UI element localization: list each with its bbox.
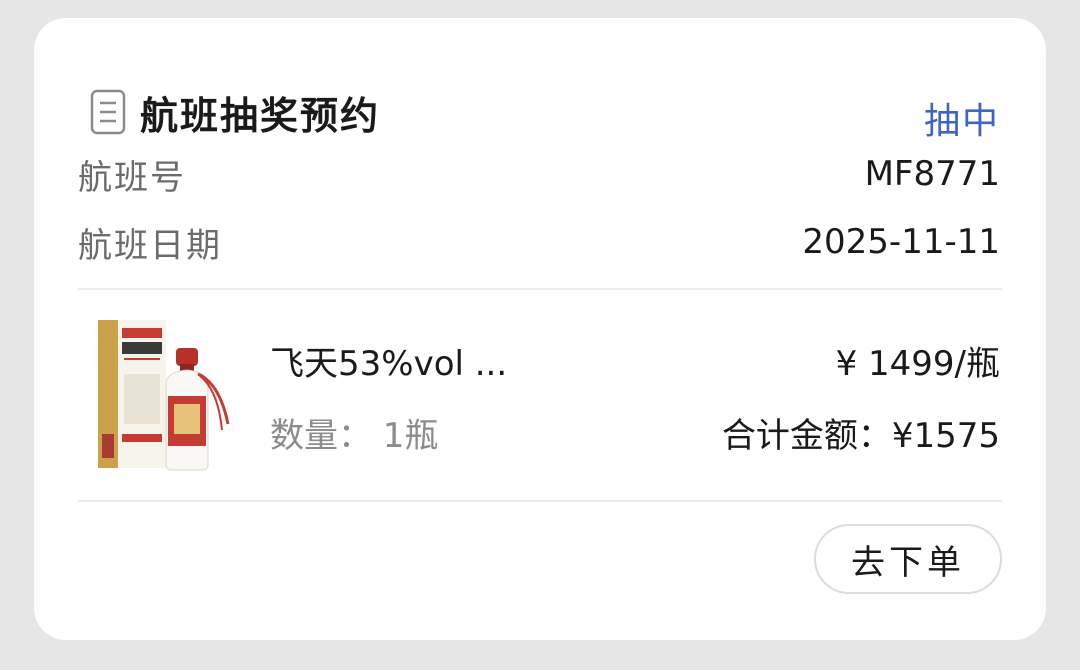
flight-number-value: MF8771 [864, 154, 1000, 194]
card-title: 航班抽奖预约 [140, 93, 381, 138]
divider [78, 288, 1002, 290]
card-header: 航班抽奖预约 [90, 86, 380, 138]
flight-number-label: 航班号 [78, 157, 186, 198]
flight-date-label: 航班日期 [78, 225, 222, 266]
lottery-reservation-card: 航班抽奖预约 抽中 航班号 MF8771 航班日期 2025-11-11 飞天5… [34, 18, 1046, 640]
flight-number-row: 航班号 MF8771 [78, 152, 1000, 198]
product-image [98, 320, 230, 471]
unit-price: ¥ 1499/瓶 [835, 344, 1000, 384]
place-order-button[interactable]: 去下单 [814, 524, 1002, 594]
flight-date-row: 航班日期 2025-11-11 [78, 220, 1000, 266]
product-quantity: 数量： 1瓶 [270, 416, 439, 456]
flight-date-value: 2025-11-11 [802, 222, 1000, 262]
divider [78, 500, 1002, 502]
product-name: 飞天53%vol ... [270, 344, 508, 384]
total-amount: 合计金额：¥1575 [721, 416, 1000, 456]
document-icon [90, 89, 126, 135]
lottery-status-badge: 抽中 [923, 101, 1000, 142]
